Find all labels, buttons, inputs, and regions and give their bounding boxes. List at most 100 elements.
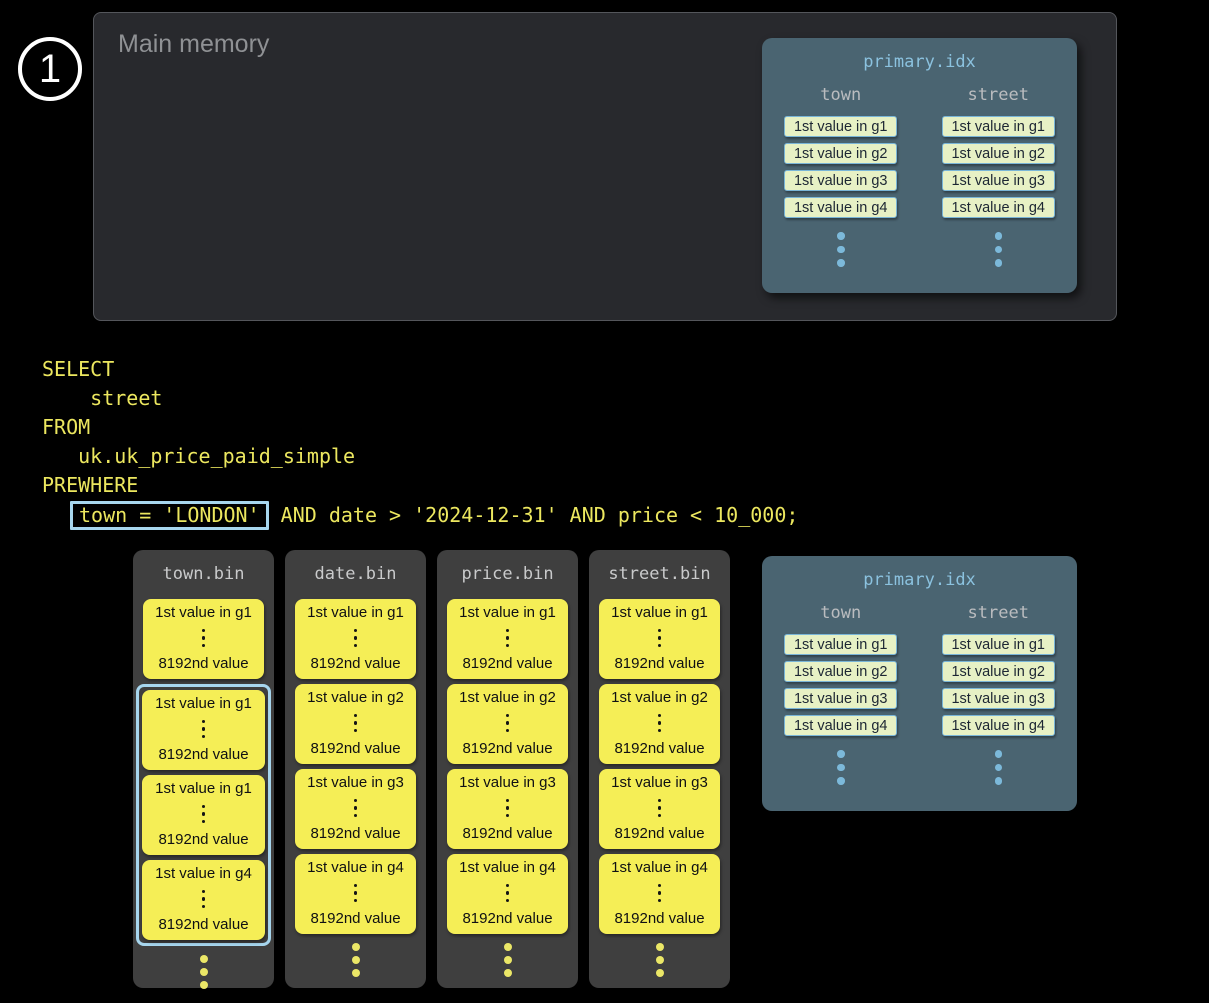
granule-block: 1st value in g1 8192nd value [295, 599, 416, 679]
block-last-value: 8192nd value [462, 655, 552, 672]
granule-block: 1st value in g1 8192nd value [142, 775, 265, 855]
block-last-value: 8192nd value [614, 910, 704, 927]
granule-blocks: 1st value in g1 8192nd value 1st value i… [447, 599, 568, 934]
granule-block: 1st value in g3 8192nd value [447, 769, 568, 849]
more-granules-dots-icon [295, 943, 416, 977]
block-first-value: 1st value in g4 [155, 865, 252, 882]
granule-block: 1st value in g4 8192nd value [447, 854, 568, 934]
block-last-value: 8192nd value [310, 825, 400, 842]
bin-file-panel-town: town.bin 1st value in g1 8192nd value 1s… [133, 550, 274, 988]
column-header: street [968, 603, 1029, 623]
granule-block: 1st value in g4 8192nd value [142, 860, 265, 940]
vertical-ellipsis-icon [354, 714, 358, 733]
vertical-ellipsis-icon [506, 799, 510, 818]
granule-block: 1st value in g1 8192nd value [599, 599, 720, 679]
column-header: town [820, 603, 861, 623]
block-last-value: 8192nd value [158, 916, 248, 933]
vertical-ellipsis-icon [658, 629, 662, 648]
block-first-value: 1st value in g2 [611, 689, 708, 706]
granule-blocks: 1st value in g1 8192nd value 1st value i… [143, 599, 264, 946]
block-first-value: 1st value in g3 [307, 774, 404, 791]
block-first-value: 1st value in g1 [155, 780, 252, 797]
prewhere-town-highlight: town = 'LONDON' [70, 501, 269, 530]
vertical-ellipsis-icon [202, 629, 206, 648]
block-last-value: 8192nd value [310, 740, 400, 757]
block-first-value: 1st value in g4 [307, 859, 404, 876]
vertical-ellipsis-icon [506, 884, 510, 903]
granule-block: 1st value in g4 8192nd value [599, 854, 720, 934]
index-chip: 1st value in g4 [942, 197, 1055, 218]
block-first-value: 1st value in g2 [459, 689, 556, 706]
vertical-ellipsis-icon [506, 629, 510, 648]
index-chip: 1st value in g3 [942, 688, 1055, 709]
index-chip: 1st value in g3 [784, 688, 897, 709]
index-chip: 1st value in g2 [784, 143, 897, 164]
primary-idx-title: primary.idx [762, 38, 1077, 72]
granule-blocks: 1st value in g1 8192nd value 1st value i… [295, 599, 416, 934]
primary-idx-panel-memory: primary.idx town 1st value in g1 1st val… [762, 38, 1077, 293]
index-chip: 1st value in g3 [784, 170, 897, 191]
column-header: street [968, 85, 1029, 105]
block-last-value: 8192nd value [310, 910, 400, 927]
column-header: town [820, 85, 861, 105]
primary-idx-title: primary.idx [762, 556, 1077, 590]
granule-block: 1st value in g2 8192nd value [447, 684, 568, 764]
diagram-canvas: 1 Main memory primary.idx town 1st value… [0, 0, 1209, 1003]
more-entries-dots-icon [837, 232, 845, 267]
index-columns: town 1st value in g1 1st value in g2 1st… [762, 603, 1077, 785]
sql-line: PREWHERE [42, 471, 798, 500]
bin-file-title: price.bin [447, 550, 568, 584]
bin-file-panel-price: price.bin 1st value in g1 8192nd value 1… [437, 550, 578, 988]
main-memory-title: Main memory [118, 30, 269, 59]
vertical-ellipsis-icon [658, 884, 662, 903]
granule-block: 1st value in g1 8192nd value [447, 599, 568, 679]
block-last-value: 8192nd value [462, 740, 552, 757]
vertical-ellipsis-icon [354, 799, 358, 818]
vertical-ellipsis-icon [658, 799, 662, 818]
index-columns: town 1st value in g1 1st value in g2 1st… [762, 85, 1077, 267]
more-entries-dots-icon [837, 750, 845, 785]
block-last-value: 8192nd value [158, 831, 248, 848]
granule-block: 1st value in g3 8192nd value [599, 769, 720, 849]
block-last-value: 8192nd value [310, 655, 400, 672]
block-last-value: 8192nd value [614, 825, 704, 842]
sql-query: SELECT street FROM uk.uk_price_paid_simp… [42, 355, 798, 531]
index-chip: 1st value in g1 [784, 116, 897, 137]
granule-blocks: 1st value in g1 8192nd value 1st value i… [599, 599, 720, 934]
bin-file-title: date.bin [295, 550, 416, 584]
sql-line: uk.uk_price_paid_simple [42, 442, 798, 471]
bin-file-panel-street: street.bin 1st value in g1 8192nd value … [589, 550, 730, 988]
block-last-value: 8192nd value [614, 740, 704, 757]
block-last-value: 8192nd value [158, 655, 248, 672]
granule-block: 1st value in g1 8192nd value [143, 599, 264, 679]
index-chip: 1st value in g1 [942, 634, 1055, 655]
step-number-badge: 1 [18, 37, 82, 101]
block-last-value: 8192nd value [462, 825, 552, 842]
block-first-value: 1st value in g3 [611, 774, 708, 791]
sql-line: FROM [42, 413, 798, 442]
index-chip: 1st value in g4 [784, 197, 897, 218]
bin-file-panel-date: date.bin 1st value in g1 8192nd value 1s… [285, 550, 426, 988]
granule-block: 1st value in g1 8192nd value [142, 690, 265, 770]
index-chip: 1st value in g3 [942, 170, 1055, 191]
prewhere-rest: AND date > '2024-12-31' AND price < 10_0… [269, 501, 799, 530]
index-chip: 1st value in g2 [784, 661, 897, 682]
block-first-value: 1st value in g1 [611, 604, 708, 621]
step-number: 1 [39, 49, 61, 89]
sql-line-prewhere-condition: town = 'LONDON' AND date > '2024-12-31' … [42, 500, 798, 531]
vertical-ellipsis-icon [354, 629, 358, 648]
more-granules-dots-icon [447, 943, 568, 977]
index-column-street: street 1st value in g1 1st value in g2 1… [920, 85, 1078, 267]
index-chip: 1st value in g4 [942, 715, 1055, 736]
block-first-value: 1st value in g1 [459, 604, 556, 621]
block-first-value: 1st value in g4 [611, 859, 708, 876]
more-granules-dots-icon [599, 943, 720, 977]
vertical-ellipsis-icon [202, 805, 206, 824]
selected-granules-outline: 1st value in g1 8192nd value 1st value i… [136, 684, 271, 946]
block-last-value: 8192nd value [462, 910, 552, 927]
index-column-town: town 1st value in g1 1st value in g2 1st… [762, 603, 920, 785]
vertical-ellipsis-icon [354, 884, 358, 903]
block-first-value: 1st value in g1 [307, 604, 404, 621]
block-first-value: 1st value in g3 [459, 774, 556, 791]
block-first-value: 1st value in g4 [459, 859, 556, 876]
